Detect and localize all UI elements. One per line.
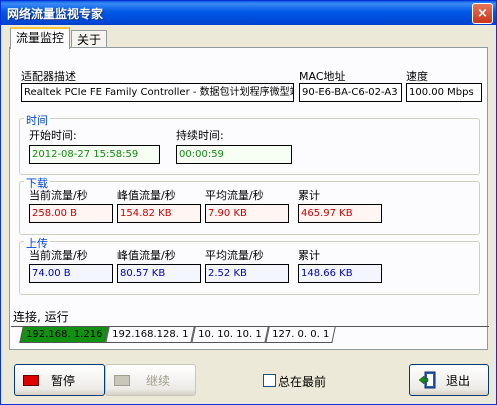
upload-group: 上传 当前流量/秒 74.00 B 峰值流量/秒 80.57 KB 平均流量/秒… xyxy=(19,235,480,295)
download-avg-field: 7.90 KB xyxy=(205,204,289,223)
download-current-field: 258.00 B xyxy=(29,204,113,223)
duration-label: 持续时间: xyxy=(176,129,224,142)
exit-label: 退出 xyxy=(446,374,471,388)
download-current-label: 当前流量/秒 xyxy=(29,189,88,202)
record-icon xyxy=(23,375,39,386)
speed-field: 100.00 Mbps xyxy=(406,83,482,102)
download-peak-label: 峰值流量/秒 xyxy=(117,189,176,202)
connection-tab[interactable]: 192.168.128. 1 xyxy=(105,327,196,343)
connection-tab-label: 192.168.128. 1 xyxy=(112,329,189,340)
mac-label: MAC地址 xyxy=(299,70,346,83)
upload-current-label: 当前流量/秒 xyxy=(29,249,88,262)
duration-field: 00:00:59 xyxy=(176,145,292,164)
connection-tab-label: 127. 0. 0. 1 xyxy=(272,329,330,340)
download-group: 下载 当前流量/秒 258.00 B 峰值流量/秒 154.82 KB 平均流量… xyxy=(19,175,480,235)
continue-button[interactable]: 继续 xyxy=(105,364,196,396)
upload-total-field: 148.66 KB xyxy=(298,264,382,283)
start-time-label: 开始时间: xyxy=(29,129,77,142)
pause-button[interactable]: 暂停 xyxy=(14,364,105,396)
close-icon: × xyxy=(477,6,488,21)
traffic-panel: 适配器描述 Realtek PCIe FE Family Controller … xyxy=(9,47,488,350)
download-avg-label: 平均流量/秒 xyxy=(205,189,264,202)
adapter-desc-label: 适配器描述 xyxy=(21,70,76,83)
download-peak-field: 154.82 KB xyxy=(117,204,201,223)
pause-label: 暂停 xyxy=(51,374,76,388)
record-icon xyxy=(114,375,130,386)
upload-total-label: 累计 xyxy=(298,249,320,262)
upload-avg-label: 平均流量/秒 xyxy=(205,249,264,262)
connection-tab-label: 192.168. 1.216 xyxy=(26,329,103,340)
always-on-top-label: 总在最前 xyxy=(278,375,327,389)
mac-field: 90-E6-BA-C6-02-A3 xyxy=(299,83,402,102)
exit-button[interactable]: 退出 xyxy=(409,364,489,396)
connection-tab[interactable]: 127. 0. 0. 1 xyxy=(265,327,336,343)
tab-label: 关于 xyxy=(77,33,102,47)
status-text: 连接, 运行 xyxy=(13,310,69,324)
continue-label: 继续 xyxy=(146,374,171,388)
upload-avg-field: 2.52 KB xyxy=(205,264,289,283)
window-title: 网络流量监视专家 xyxy=(7,7,104,21)
tab-traffic-monitor[interactable]: 流量监控 xyxy=(10,27,71,49)
speed-label: 速度 xyxy=(406,70,428,83)
time-group-title: 时间 xyxy=(24,112,50,128)
start-time-field: 2012-08-27 15:58:59 xyxy=(29,145,160,164)
upload-current-field: 74.00 B xyxy=(29,264,113,283)
always-on-top-checkbox[interactable] xyxy=(263,374,276,387)
time-group: 时间 开始时间: 2012-08-27 15:58:59 持续时间: 00:00… xyxy=(19,112,480,175)
upload-peak-label: 峰值流量/秒 xyxy=(117,249,176,262)
main-window: 网络流量监视专家 × 流量监控 关于 适配器描述 Realtek PCIe FE… xyxy=(0,0,497,405)
upload-peak-field: 80.57 KB xyxy=(117,264,201,283)
close-button[interactable]: × xyxy=(472,3,493,24)
connection-tab[interactable]: 10. 10. 10. 1 xyxy=(191,327,269,343)
connection-tab-label: 10. 10. 10. 1 xyxy=(198,329,262,340)
adapter-desc-field: Realtek PCIe FE Family Controller - 数据包计… xyxy=(21,83,294,102)
tab-label: 流量监控 xyxy=(16,31,65,45)
connection-tab-active[interactable]: 192.168. 1.216 xyxy=(19,327,110,343)
exit-door-icon xyxy=(418,371,436,389)
download-total-label: 累计 xyxy=(298,189,320,202)
title-bar[interactable]: 网络流量监视专家 × xyxy=(1,1,496,25)
download-total-field: 465.97 KB xyxy=(298,204,382,223)
